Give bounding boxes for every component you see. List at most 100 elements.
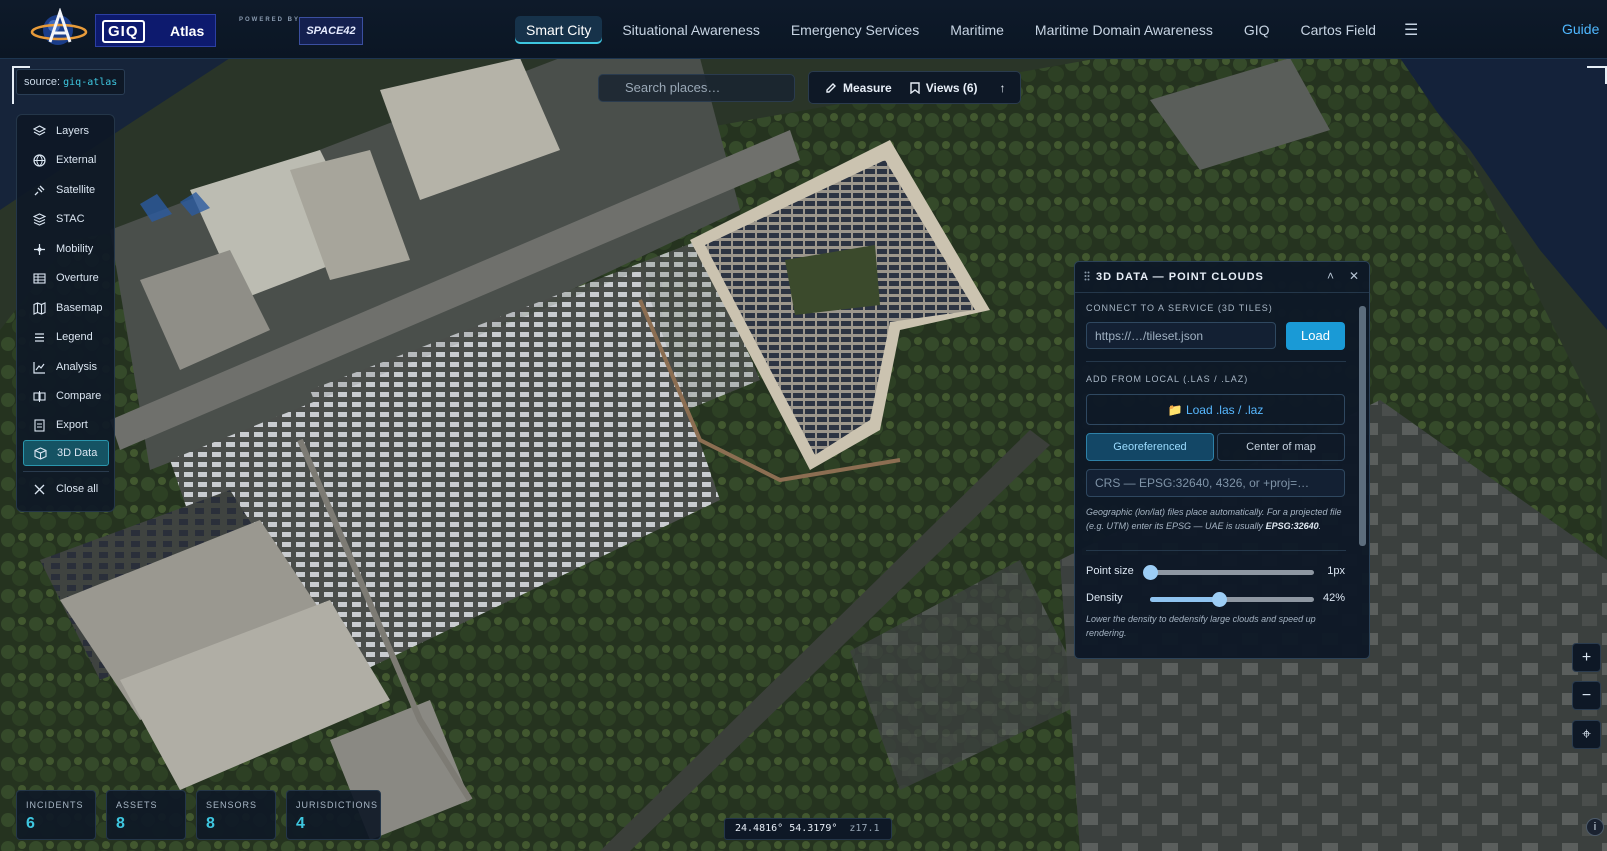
main-nav: Smart City Situational Awareness Emergen… [515, 15, 1426, 45]
stat-sensors[interactable]: SENSORS 8 [196, 790, 276, 840]
center-of-map-toggle[interactable]: Center of map [1217, 433, 1345, 461]
sidebar-item-export[interactable]: Export [23, 412, 109, 438]
stat-incidents[interactable]: INCIDENTS 6 [16, 790, 96, 840]
drag-handle-icon[interactable] [1084, 271, 1090, 281]
sidebar-item-overture[interactable]: Overture [23, 265, 109, 291]
longitude: 54.3179° [789, 823, 838, 834]
collapse-toolbar-button[interactable]: ↑ [1000, 81, 1006, 95]
sidebar-item-3d-data[interactable]: 3D Data [23, 440, 109, 466]
measure-button[interactable]: Measure [825, 81, 892, 95]
info-icon[interactable]: i [1586, 818, 1604, 836]
nav-emergency-services[interactable]: Emergency Services [780, 16, 930, 44]
tileset-url-input[interactable]: https://…/tileset.json [1086, 322, 1276, 349]
nav-cartos-field[interactable]: Cartos Field [1290, 16, 1387, 44]
sidebar-item-satellite[interactable]: Satellite [23, 177, 109, 203]
bookmark-icon [910, 81, 920, 94]
zoom-in-button[interactable]: + [1572, 643, 1601, 672]
sidebar-divider [23, 471, 109, 472]
density-label: Density [1086, 592, 1123, 604]
close-all-button[interactable]: Close all [23, 476, 109, 502]
nav-situational-awareness[interactable]: Situational Awareness [611, 16, 771, 44]
stat-jurisdictions[interactable]: JURISDICTIONS 4 [286, 790, 381, 840]
sidebar-item-label: Export [56, 419, 88, 431]
sidebar-item-analysis[interactable]: Analysis [23, 354, 109, 380]
zoom-out-button[interactable]: − [1572, 681, 1601, 710]
sidebar-item-layers[interactable]: Layers [23, 118, 109, 144]
stat-value: 4 [296, 815, 305, 832]
load-local-file-button[interactable]: 📁 Load .las / .laz [1086, 394, 1345, 425]
source-chip: source: giq-atlas [16, 69, 126, 95]
search-input[interactable]: Search places… [598, 74, 795, 102]
close-icon [34, 484, 45, 494]
load-tileset-button[interactable]: Load [1286, 322, 1345, 350]
sidebar-item-label: Satellite [56, 184, 96, 196]
density-fill [1150, 597, 1219, 602]
local-section-label: ADD FROM LOCAL (.LAS / .LAZ) [1086, 374, 1249, 384]
sidebar-item-compare[interactable]: Compare [23, 383, 109, 409]
point-size-slider[interactable] [1143, 565, 1314, 580]
measure-label: Measure [843, 80, 892, 95]
sidebar-item-stac[interactable]: STAC [23, 206, 109, 232]
panel-header[interactable]: 3D DATA — POINT CLOUDS ˄ ✕ [1075, 262, 1369, 293]
source-prefix: source: [24, 76, 61, 88]
sidebar-item-label: Legend [56, 331, 93, 343]
stat-label: JURISDICTIONS [296, 800, 379, 810]
crs-input[interactable]: CRS — EPSG:32640, 4326, or +proj=… [1086, 469, 1345, 497]
sidebar-item-label: Compare [56, 390, 102, 402]
close-all-label: Close all [56, 483, 99, 495]
zoom-level: z17.1 [849, 823, 880, 834]
chart-icon [33, 361, 45, 374]
stat-value: 8 [206, 815, 215, 832]
minimize-panel-button[interactable]: ˄ [1327, 269, 1334, 283]
density-help-text: Lower the density to dedensify large clo… [1086, 614, 1316, 638]
nav-smart-city[interactable]: Smart City [515, 16, 603, 44]
stat-value: 6 [26, 815, 35, 832]
locate-button[interactable]: ⌖ [1572, 720, 1601, 749]
nav-giq[interactable]: GIQ [1233, 16, 1281, 44]
point-size-label: Point size [1086, 565, 1134, 577]
guide-link[interactable]: Guide [1562, 21, 1599, 37]
corner-bracket-top-right [1587, 66, 1607, 84]
panel-scrollbar[interactable] [1359, 296, 1366, 656]
export-icon [34, 418, 45, 432]
divider [1086, 361, 1346, 362]
density-slider[interactable] [1150, 592, 1314, 607]
pencil-icon [826, 82, 836, 93]
sidebar-item-label: Basemap [56, 302, 103, 314]
georeferenced-toggle[interactable]: Georeferenced [1086, 433, 1214, 461]
atlas-globe-logo[interactable] [30, 7, 88, 50]
views-button[interactable]: Views (6) [910, 81, 978, 95]
sidebar-item-label: Overture [56, 272, 99, 284]
space42-logo: SPACE42 [299, 17, 363, 45]
nav-maritime-domain-awareness[interactable]: Maritime Domain Awareness [1024, 16, 1224, 44]
layers-icon [33, 124, 46, 136]
brand-box[interactable]: GIQ Atlas [95, 14, 216, 47]
sidebar-item-external[interactable]: External [23, 147, 109, 173]
mobility-icon [34, 243, 45, 255]
grid-icon [33, 272, 46, 284]
panel-scroll-thumb[interactable] [1359, 306, 1366, 546]
compare-icon [33, 390, 46, 402]
coordinate-readout: 24.4816° 54.3179° z17.1 [724, 818, 892, 840]
sidebar-item-legend[interactable]: Legend [23, 324, 109, 350]
map-toolbar: Measure Views (6) ↑ [808, 71, 1021, 104]
source-value: giq-atlas [63, 77, 118, 88]
sidebar-item-basemap[interactable]: Basemap [23, 295, 109, 321]
latitude: 24.4816° [735, 823, 784, 834]
point-clouds-panel: 3D DATA — POINT CLOUDS ˄ ✕ CONNECT TO A … [1074, 261, 1370, 659]
stat-label: ASSETS [116, 800, 158, 810]
stat-value: 8 [116, 815, 125, 832]
sidebar-item-label: Analysis [56, 361, 97, 373]
sidebar-item-mobility[interactable]: Mobility [23, 236, 109, 262]
close-panel-button[interactable]: ✕ [1349, 269, 1359, 283]
hamburger-menu-icon[interactable]: ☰ [1396, 16, 1426, 44]
sidebar-item-label: STAC [56, 213, 85, 225]
powered-by-label: POWERED BY [239, 17, 301, 23]
stat-assets[interactable]: ASSETS 8 [106, 790, 186, 840]
nav-maritime[interactable]: Maritime [939, 16, 1015, 44]
density-thumb[interactable] [1211, 592, 1227, 607]
density-value: 42% [1322, 592, 1345, 604]
top-bar: GIQ Atlas POWERED BY SPACE42 Smart City … [0, 0, 1607, 59]
point-size-thumb[interactable] [1143, 565, 1158, 580]
point-size-value: 1px [1327, 565, 1345, 577]
